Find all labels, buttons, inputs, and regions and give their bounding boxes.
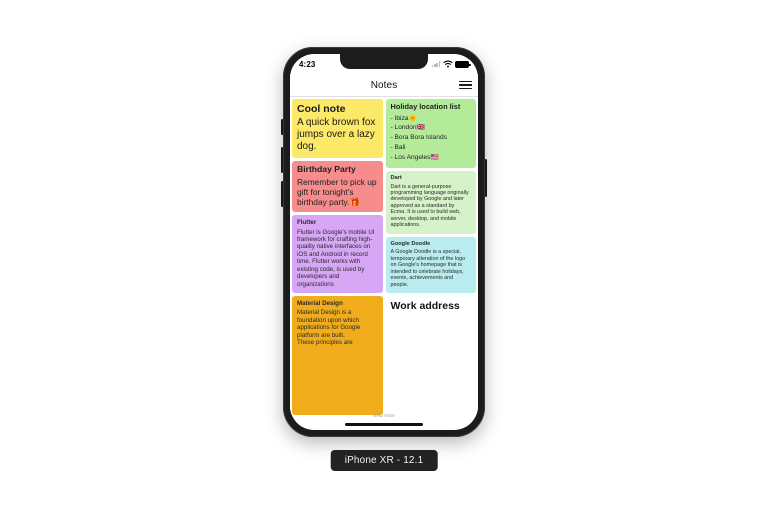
hamburger-menu-icon[interactable]	[459, 79, 472, 91]
notes-column-left: Cool note A quick brown fox jumps over a…	[292, 99, 383, 415]
note-title: Google Doodle	[390, 240, 431, 247]
note-card-dart[interactable]: Dart Dart is a general-purpose programmi…	[385, 171, 476, 234]
note-title: Dart	[390, 175, 402, 182]
note-title: Work address	[390, 300, 460, 313]
note-body: Dart is a general-purpose programming la…	[390, 183, 469, 229]
device-label: iPhone XR - 12.1	[330, 450, 438, 471]
navigation-bar: Notes	[290, 74, 478, 97]
note-body: - Ibiza🌞 - London🇬🇧 - Bora Bora Islands …	[390, 114, 447, 162]
power-button[interactable]	[484, 159, 487, 197]
note-body: Material Design is a foundation upon whi…	[297, 309, 361, 346]
phone-screen: 4:23 Notes Cool note A quick brown fox j…	[290, 54, 478, 430]
note-card-material-design[interactable]: Material Design Material Design is a fou…	[292, 296, 383, 415]
note-card-flutter[interactable]: Flutter Flutter is Google's mobile UI fr…	[292, 215, 383, 294]
note-card-google-doodle[interactable]: Google Doodle A Google Doodle is a speci…	[385, 236, 476, 294]
note-body: A quick brown fox jumps over a lazy dog.	[297, 117, 376, 153]
note-title: Holiday location list	[390, 102, 461, 111]
wifi-icon	[442, 60, 453, 68]
volume-up-button[interactable]	[281, 147, 284, 173]
note-title: Cool note	[297, 103, 346, 115]
note-card-work-address[interactable]: Work address	[385, 296, 476, 415]
notes-board: Cool note A quick brown fox jumps over a…	[290, 97, 478, 415]
note-card-birthday-party[interactable]: Birthday Party Remember to pick up gift …	[292, 161, 383, 213]
note-title: Birthday Party	[297, 164, 356, 175]
note-card-cool-note[interactable]: Cool note A quick brown fox jumps over a…	[292, 99, 383, 159]
note-body: Flutter is Google's mobile UI framework …	[297, 228, 375, 288]
home-indicator[interactable]	[345, 423, 423, 426]
device-frame: 4:23 Notes Cool note A quick brown fox j…	[281, 47, 487, 437]
volume-down-button[interactable]	[281, 181, 284, 207]
note-body: Remember to pick up gift for tonight's b…	[297, 177, 377, 208]
note-card-holiday-location-list[interactable]: Holiday location list - Ibiza🌞 - London🇬…	[385, 99, 476, 169]
note-body: A Google Doodle is a special, temporary …	[390, 249, 466, 288]
note-title: Flutter	[297, 219, 317, 227]
notes-column-right: Holiday location list - Ibiza🌞 - London🇬…	[385, 99, 476, 415]
signal-bars-icon	[432, 61, 440, 67]
battery-icon	[455, 60, 471, 68]
status-bar-indicators	[432, 60, 471, 68]
status-bar-time: 4:23	[299, 59, 316, 69]
page-title: Notes	[370, 79, 398, 91]
note-title: Material Design	[297, 300, 343, 308]
notch	[340, 54, 428, 69]
silent-switch-button[interactable]	[281, 119, 284, 135]
